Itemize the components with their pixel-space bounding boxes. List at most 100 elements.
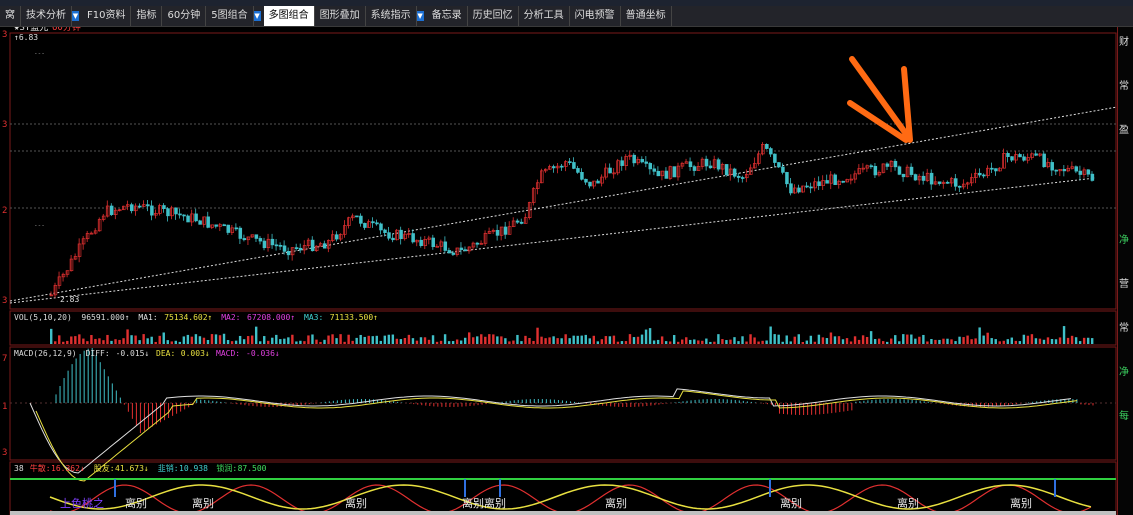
toolbar-item-6[interactable]: 多图组合 (263, 6, 315, 26)
candle-body (1050, 162, 1054, 171)
volume-bar (741, 336, 744, 344)
toolbar-item-7[interactable]: 图形叠加 (315, 6, 366, 26)
candle-body (773, 153, 777, 163)
indicator-legend-text: 87.500 (238, 464, 267, 473)
volume-bar (218, 335, 222, 344)
toolbar-item-0[interactable]: 窝 (0, 6, 21, 26)
toolbar-item-2[interactable]: F10资料 (82, 6, 132, 26)
candle-body (761, 143, 765, 155)
volume-bar (849, 341, 853, 344)
upper-trendline (9, 106, 1117, 302)
volume-bar (544, 338, 547, 344)
volume-bar (1058, 337, 1062, 344)
candle-body (73, 256, 78, 260)
candle-body (572, 162, 576, 169)
volume-bar (431, 335, 435, 344)
candle-body (889, 160, 894, 167)
candle-body (182, 214, 186, 217)
volume-bar (250, 335, 254, 344)
volume-bar (142, 334, 145, 344)
volume-bar (259, 341, 262, 344)
volume-bar (508, 341, 511, 344)
volume-bar (962, 337, 965, 344)
candle-body (463, 249, 468, 252)
macd-y-tick: 3 (2, 448, 7, 458)
toolbar-item-5[interactable]: 5图组合 (206, 6, 254, 26)
candle-body (817, 181, 821, 187)
volume-bar (166, 340, 169, 344)
volume-bar (890, 338, 893, 344)
volume-bar (954, 341, 957, 344)
candle-body (443, 241, 448, 251)
dropdown-caret-icon[interactable]: ▼ (253, 11, 261, 21)
candle-body (1030, 153, 1034, 158)
candle-body (684, 161, 689, 164)
volume-bar (793, 336, 796, 344)
right-panel-label: 净 (1119, 367, 1129, 378)
volume-bar (1046, 337, 1050, 344)
volume-bar (54, 341, 57, 344)
toolbar-item-3[interactable]: 指标 (131, 6, 163, 26)
dropdown-caret-icon[interactable]: ▼ (72, 11, 79, 21)
candle-body (857, 168, 862, 175)
candle-body (234, 227, 239, 230)
volume-bar (677, 341, 680, 344)
toolbar-item-11[interactable]: 分析工具 (519, 6, 570, 26)
candle-body (242, 238, 247, 241)
volume-bar (757, 341, 760, 344)
toolbar-item-9[interactable]: 备忘录 (427, 6, 468, 26)
candle-body (970, 177, 974, 184)
toolbar-item-4[interactable]: 60分钟 (162, 6, 207, 26)
volume-bar (367, 335, 370, 344)
candle-body (270, 238, 275, 246)
candle-body (214, 224, 218, 227)
volume-bar (865, 336, 869, 344)
dropdown-caret-icon[interactable]: ▼ (416, 11, 424, 21)
toolbar-item-8[interactable]: 系统指示 (366, 6, 417, 26)
indicator-annotation: 离别 (780, 496, 802, 510)
candle-body (146, 204, 150, 207)
volume-bar (182, 336, 186, 344)
candle-body (419, 239, 423, 246)
candle-body (1054, 169, 1058, 172)
candle-body (138, 205, 142, 208)
volume-bar (315, 339, 318, 344)
chart-area[interactable]: ★ST蓝光 60分钟↑6.832.833323------VOL(5,10,20)… (0, 27, 1117, 515)
volume-bar (504, 338, 507, 344)
toolbar-item-1[interactable]: 技术分析 (21, 6, 72, 26)
volume-bar (516, 334, 519, 344)
volume-bar (279, 339, 282, 344)
toolbar-item-10[interactable]: 历史回忆 (468, 6, 519, 26)
candle-body (769, 148, 773, 155)
candle-body (49, 294, 54, 297)
volume-bar (500, 336, 503, 344)
candle-body (174, 207, 178, 215)
candle-body (395, 229, 399, 241)
volume-bar (246, 336, 250, 344)
volume-bar (721, 339, 724, 344)
volume-bar (254, 326, 258, 344)
volume-bar (110, 340, 113, 344)
candle-body (85, 233, 90, 240)
candle-body (636, 159, 640, 164)
candle-body (310, 239, 315, 252)
y-axis-tick: 2 (2, 206, 7, 216)
candle-body (664, 170, 669, 179)
candle-body (680, 162, 685, 167)
volume-bar (881, 341, 885, 344)
candle-body (881, 163, 886, 173)
volume-bar (403, 337, 407, 344)
volume-bar (556, 338, 559, 344)
toolbar-item-13[interactable]: 普通坐标 (621, 6, 672, 26)
toolbar-item-12[interactable]: 闪电预警 (570, 6, 621, 26)
candle-body (359, 215, 363, 224)
volume-bar (785, 335, 788, 344)
candle-body (688, 161, 693, 168)
right-info-panel: 财常盈净营常净每 (1117, 27, 1133, 515)
toolbar: 窝技术分析 ▼ F10资料 指标 60分钟 5图组合 ▼ 多图组合 图形叠加 系统指示 ▼ 备忘录 历史… (0, 6, 1133, 27)
candle-body (407, 233, 411, 235)
volume-bar (275, 334, 278, 344)
volume-bar (894, 335, 897, 344)
volume-bar (640, 334, 644, 344)
volume-bar (777, 334, 780, 344)
